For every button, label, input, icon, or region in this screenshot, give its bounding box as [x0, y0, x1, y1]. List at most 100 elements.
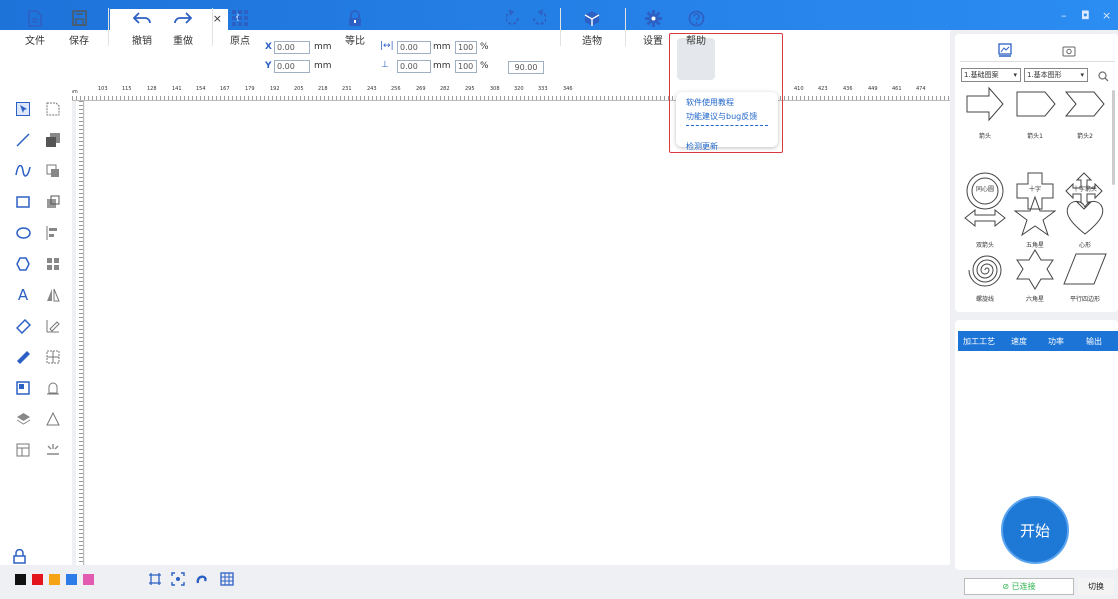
polygon-tool-icon[interactable] — [14, 255, 32, 273]
ruler-tick-label: 141 — [172, 86, 182, 92]
search-icon[interactable] — [1094, 67, 1112, 85]
node-select-icon[interactable] — [44, 100, 62, 118]
y-input[interactable]: 0.00 — [274, 60, 310, 73]
x-input[interactable]: 0.00 — [274, 41, 310, 54]
ruler-tick-label: 128 — [147, 86, 157, 92]
ruler-tick-label: 282 — [440, 86, 450, 92]
menu-item-check-update[interactable]: 检测更新 — [686, 140, 768, 154]
save-label: 保存 — [69, 36, 89, 47]
arrow-shape[interactable] — [965, 84, 1005, 124]
eraser-tool-icon[interactable] — [14, 317, 32, 335]
origin-button[interactable]: 原点 — [226, 8, 254, 47]
ruler-tick-label: 461 — [892, 86, 902, 92]
save-icon — [64, 8, 94, 28]
color-swatch[interactable] — [49, 574, 60, 585]
rotate-angle-input[interactable]: 90.00 — [508, 61, 544, 74]
check-circle-icon: ⊘ — [1002, 582, 1012, 591]
height-percent-sign: % — [480, 61, 489, 71]
save-button[interactable]: 保存 — [64, 8, 94, 47]
settings-button[interactable]: 设置 — [639, 8, 667, 47]
curve-tool-icon[interactable] — [14, 162, 32, 180]
stamp-icon[interactable] — [44, 379, 62, 397]
select-tool-icon[interactable] — [14, 100, 32, 118]
panel-divider — [960, 61, 1115, 62]
undo-button[interactable]: 撤销 — [127, 8, 157, 47]
combine-icon[interactable] — [44, 193, 62, 211]
shape-label-concentric: 同心圆 — [975, 186, 994, 193]
shape-label-spiral: 螺旋线 — [975, 296, 994, 303]
color-swatch[interactable] — [83, 574, 94, 585]
category-select[interactable]: 1.基础图案 ▾ — [961, 68, 1021, 82]
width-percent-input[interactable]: 100 — [455, 41, 477, 54]
subcategory-select[interactable]: 1.基本图形 ▾ — [1024, 68, 1088, 82]
grid-origin-icon — [226, 8, 254, 28]
text-tool-icon[interactable]: A — [14, 286, 32, 304]
rectangle-tool-icon[interactable] — [14, 193, 32, 211]
array-icon[interactable] — [44, 348, 62, 366]
grid-icon[interactable] — [219, 571, 235, 587]
height-percent-input[interactable]: 100 — [455, 60, 477, 73]
center-focus-icon[interactable] — [170, 571, 186, 587]
layers-icon[interactable] — [14, 410, 32, 428]
ruler-tick-label: 346 — [563, 86, 573, 92]
ruler-measure-icon[interactable] — [14, 348, 32, 366]
height-input[interactable]: 0.00 — [397, 60, 431, 73]
ruler-tick-label: 231 — [342, 86, 352, 92]
path-icon[interactable] — [194, 571, 210, 587]
close-window-button[interactable]: × — [1102, 9, 1111, 22]
shape-label-heart: 心形 — [1078, 242, 1091, 249]
spiral-shape[interactable] — [965, 250, 1005, 290]
redo-button[interactable]: 重做 — [168, 8, 198, 47]
ruler-tick-label: 423 — [818, 86, 828, 92]
distribute-icon[interactable] — [44, 255, 62, 273]
menu-item-feedback[interactable]: 功能建议与bug反馈 — [686, 110, 768, 124]
width-input[interactable]: 0.00 — [397, 41, 431, 54]
heart-shape[interactable] — [1064, 198, 1106, 236]
connection-status-text: 已连接 — [1011, 582, 1036, 591]
camera-tab-icon[interactable] — [1060, 41, 1078, 59]
offset-icon[interactable] — [44, 410, 62, 428]
rotate-icons[interactable] — [504, 8, 548, 28]
maximize-button[interactable]: ◘ — [1081, 9, 1090, 22]
lock-toggle-icon[interactable] — [10, 547, 28, 565]
align-left-icon[interactable] — [44, 224, 62, 242]
tab-close-button[interactable]: × — [213, 12, 222, 25]
layout-icon[interactable] — [14, 441, 32, 459]
pen-edit-icon[interactable] — [44, 317, 62, 335]
shapes-tab-icon[interactable] — [996, 41, 1014, 59]
y-label: Y — [265, 61, 272, 71]
six-star-shape[interactable] — [1014, 248, 1056, 290]
line-tool-icon[interactable] — [14, 131, 32, 149]
ruler-tick-label: 269 — [416, 86, 426, 92]
group-icon[interactable] — [44, 131, 62, 149]
proportional-lock-button[interactable]: 等比 — [341, 8, 369, 47]
ellipse-tool-icon[interactable] — [14, 224, 32, 242]
start-button[interactable]: 开始 — [1001, 496, 1069, 564]
minimize-button[interactable]: – — [1061, 9, 1067, 22]
color-swatch[interactable] — [15, 574, 26, 585]
image-tool-icon[interactable] — [14, 379, 32, 397]
five-star-shape[interactable] — [1014, 195, 1056, 237]
object-button[interactable]: 造物 — [577, 8, 607, 47]
undo-label: 撤销 — [132, 36, 152, 47]
chevron-arrow-shape[interactable] — [1064, 88, 1106, 120]
arrow-pentagon-shape[interactable] — [1015, 88, 1057, 120]
double-arrow-shape[interactable] — [963, 206, 1007, 230]
frame-icon[interactable] — [147, 571, 163, 587]
color-swatch[interactable] — [32, 574, 43, 585]
color-swatch[interactable] — [66, 574, 77, 585]
mirror-icon[interactable] — [44, 286, 62, 304]
ruler-tick-label: 218 — [318, 86, 328, 92]
parallelogram-shape[interactable] — [1062, 252, 1108, 286]
shape-list-scrollbar[interactable] — [1112, 90, 1115, 185]
explode-icon[interactable] — [44, 441, 62, 459]
drawing-canvas[interactable] — [85, 101, 950, 565]
ruler-tick-label: 256 — [391, 86, 401, 92]
shape-label-cross-arrows: 十字箭头 — [1072, 186, 1097, 193]
switch-connection-button[interactable]: 切换 — [1078, 578, 1114, 595]
ungroup-icon[interactable] — [44, 162, 62, 180]
ruler-tick-label: 449 — [868, 86, 878, 92]
help-dropdown-menu: 软件使用教程 功能建议与bug反馈 检测更新 — [676, 92, 778, 151]
file-button[interactable]: 文件 — [20, 8, 50, 47]
menu-item-tutorial[interactable]: 软件使用教程 — [686, 96, 768, 110]
